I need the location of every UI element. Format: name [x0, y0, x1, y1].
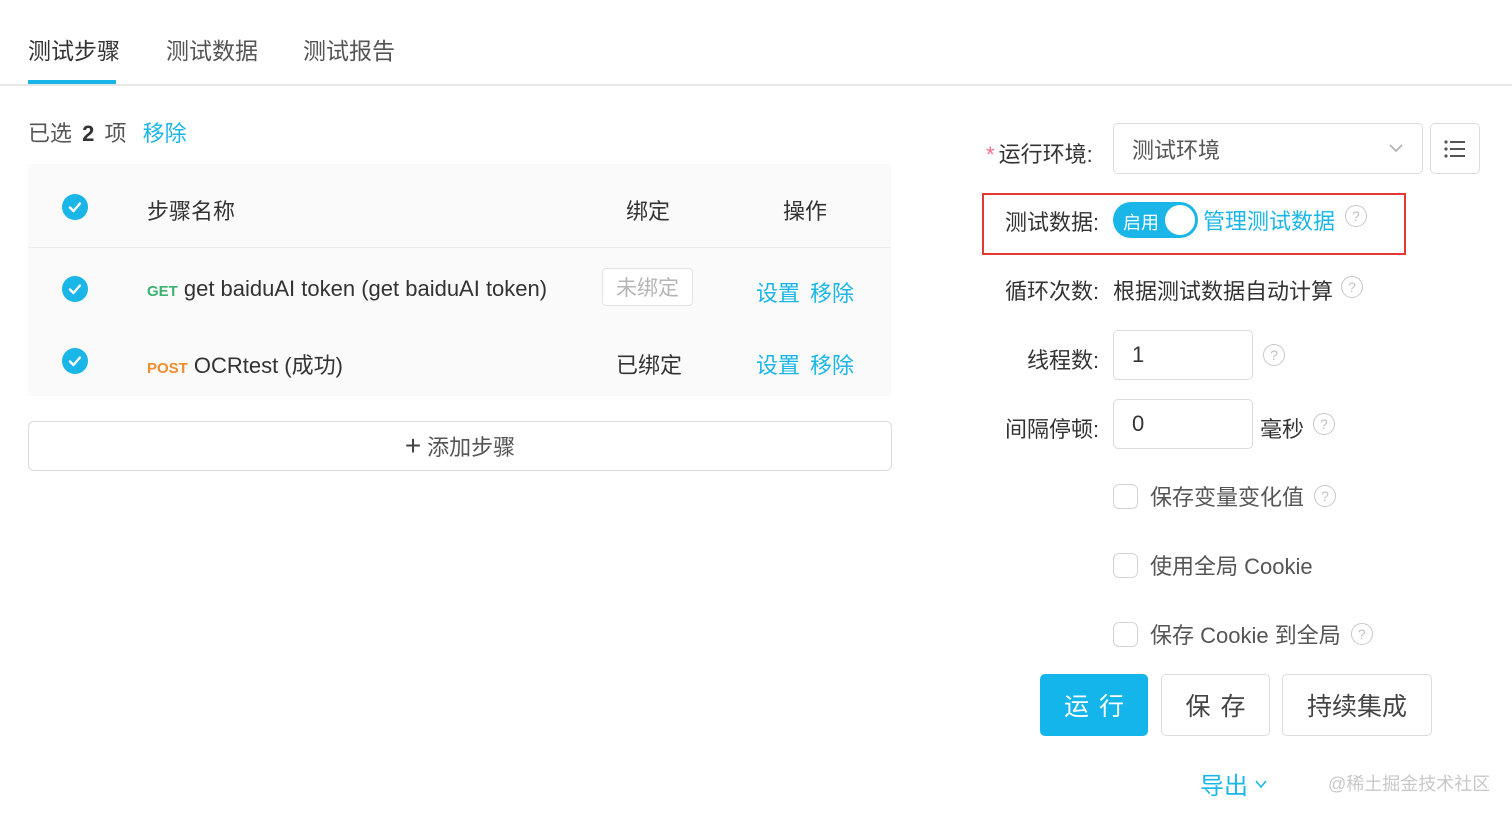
row-checkbox[interactable]: [62, 276, 88, 302]
run-button[interactable]: 运行: [1040, 674, 1148, 736]
ci-button-label: 持续集成: [1306, 693, 1407, 721]
tab-test-report[interactable]: 测试报告: [303, 32, 395, 66]
add-step-button[interactable]: + 添加步骤: [28, 421, 892, 471]
interval-unit: 毫秒: [1260, 417, 1305, 442]
settings-link[interactable]: 设置: [756, 353, 800, 378]
check-icon: [68, 202, 82, 213]
environment-list-button[interactable]: [1430, 123, 1480, 174]
select-all-checkbox[interactable]: [62, 194, 88, 220]
export-dropdown[interactable]: 导出: [1200, 766, 1268, 801]
checkbox-label: 使用全局 Cookie: [1150, 554, 1313, 579]
step-name: OCRtest (成功): [193, 353, 343, 378]
list-icon: [1444, 139, 1465, 158]
export-label: 导出: [1200, 773, 1248, 800]
required-asterisk-icon: *: [986, 142, 995, 167]
env-label: 运行环境:: [998, 142, 1093, 167]
method-get-badge: GET: [147, 283, 178, 300]
loop-value: 根据测试数据自动计算: [1113, 279, 1334, 304]
remove-link[interactable]: 移除: [810, 281, 854, 306]
steps-table: 步骤名称 绑定 操作 GET get baiduAI token (get bai…: [28, 164, 891, 396]
checkbox-box[interactable]: [1113, 621, 1138, 647]
help-icon[interactable]: ?: [1263, 344, 1285, 366]
save-variable-checkbox[interactable]: 保存变量变化值 ?: [1113, 480, 1337, 512]
row-actions: 设置 移除: [756, 348, 864, 380]
test-data-toggle[interactable]: 启用: [1113, 202, 1198, 238]
selection-prefix: 已选: [28, 121, 73, 146]
row-actions: 设置 移除: [756, 276, 864, 308]
tab-bar: 测试步骤 测试数据 测试报告: [0, 0, 1512, 86]
bound-status: 已绑定: [616, 353, 683, 378]
run-button-label: 运行: [1063, 693, 1134, 721]
selection-summary: 已选 2 项 移除: [28, 116, 187, 148]
check-icon: [68, 356, 82, 367]
step-name: get baiduAI token (get baiduAI token): [183, 276, 548, 301]
header-bind: 绑定: [626, 199, 671, 224]
threads-input[interactable]: [1113, 330, 1253, 380]
loop-label: 循环次数:: [1005, 279, 1100, 304]
row-checkbox[interactable]: [62, 348, 88, 374]
tab-test-data[interactable]: 测试数据: [166, 32, 258, 66]
help-icon[interactable]: ?: [1313, 413, 1335, 435]
help-icon[interactable]: ?: [1314, 485, 1337, 507]
settings-link[interactable]: 设置: [756, 281, 800, 306]
tab-test-steps[interactable]: 测试步骤: [28, 32, 120, 66]
help-icon[interactable]: ?: [1341, 276, 1363, 298]
threads-label: 线程数:: [1027, 348, 1100, 373]
help-icon[interactable]: ?: [1350, 623, 1373, 645]
save-cookie-global-checkbox[interactable]: 保存 Cookie 到全局 ?: [1113, 618, 1373, 650]
header-ops: 操作: [783, 199, 828, 224]
selection-suffix: 项: [104, 121, 127, 146]
interval-label: 间隔停顿:: [1005, 417, 1100, 442]
watermark: @稀土掘金技术社区: [1328, 774, 1491, 794]
add-step-label: 添加步骤: [427, 435, 516, 460]
toggle-knob: [1165, 205, 1195, 235]
chevron-down-icon: [1389, 144, 1403, 153]
continuous-integration-button[interactable]: 持续集成: [1282, 674, 1432, 736]
save-button-label: 保存: [1185, 693, 1256, 721]
env-label-wrap: * 运行环境:: [986, 137, 1093, 169]
table-row: GET get baiduAI token (get baiduAI token)…: [28, 252, 891, 326]
environment-value: 测试环境: [1132, 137, 1221, 163]
selection-count: 2: [82, 121, 95, 146]
help-icon[interactable]: ?: [1345, 205, 1367, 227]
environment-select[interactable]: 测试环境: [1113, 123, 1423, 174]
unbound-badge: 未绑定: [602, 268, 693, 306]
use-global-cookie-checkbox[interactable]: 使用全局 Cookie: [1113, 549, 1313, 581]
table-header: 步骤名称 绑定 操作: [28, 164, 891, 248]
checkbox-label: 保存 Cookie 到全局: [1150, 623, 1341, 648]
header-step-name: 步骤名称: [147, 199, 236, 224]
active-tab-indicator: [28, 80, 116, 84]
checkbox-label: 保存变量变化值: [1150, 485, 1305, 510]
step-name-cell: GET get baiduAI token (get baiduAI token): [147, 276, 547, 302]
table-row: POST OCRtest (成功) 已绑定 设置 移除: [28, 324, 891, 398]
step-name-cell: POST OCRtest (成功): [147, 348, 343, 380]
toggle-text: 启用: [1123, 213, 1159, 233]
test-data-label: 测试数据:: [1005, 210, 1100, 235]
checkbox-box[interactable]: [1113, 483, 1138, 509]
manage-test-data-link[interactable]: 管理测试数据: [1203, 204, 1335, 236]
method-post-badge: POST: [147, 360, 188, 377]
checkbox-box[interactable]: [1113, 552, 1138, 578]
save-button[interactable]: 保存: [1161, 674, 1270, 736]
check-icon: [68, 284, 82, 295]
remove-selected-link[interactable]: 移除: [143, 121, 187, 146]
remove-link[interactable]: 移除: [810, 353, 854, 378]
plus-icon: +: [404, 430, 422, 461]
interval-input[interactable]: [1113, 399, 1253, 449]
chevron-down-icon: [1255, 779, 1267, 788]
